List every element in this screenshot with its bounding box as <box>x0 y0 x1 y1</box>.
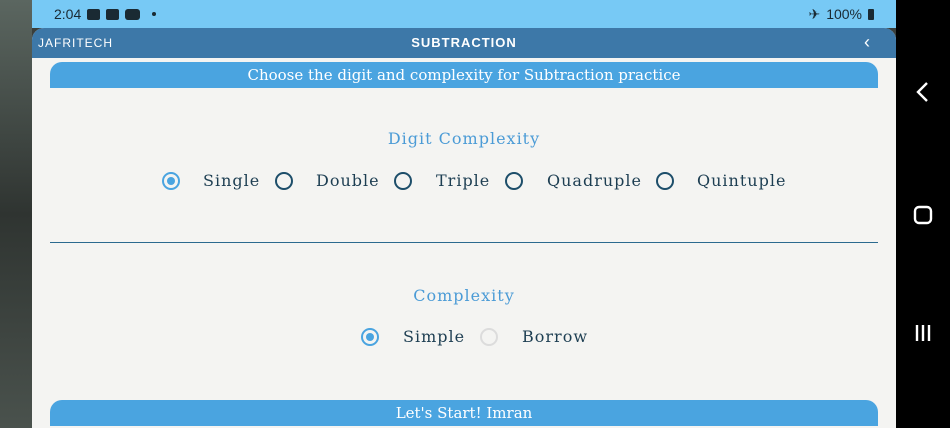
radio-label-quintuple[interactable]: Quintuple <box>697 171 786 190</box>
digit-complexity-title: Digit Complexity <box>387 129 541 148</box>
nav-home-button[interactable] <box>896 204 950 231</box>
airplane-icon: ✈ <box>808 5 821 22</box>
complexity-title: Complexity <box>413 286 515 305</box>
recents-icon <box>915 325 931 341</box>
start-button[interactable]: Let's Start! Imran <box>50 400 878 426</box>
radio-single[interactable] <box>162 172 180 190</box>
radio-simple[interactable] <box>361 328 379 346</box>
nav-back-button[interactable] <box>896 80 950 109</box>
radio-label-single[interactable]: Single <box>203 171 260 190</box>
nav-recents-button[interactable] <box>896 322 950 349</box>
battery-text: 100% <box>826 6 862 22</box>
section-divider <box>50 242 878 243</box>
youtube-icon <box>125 8 141 20</box>
app-bar: JAFRITECH SUBTRACTION ‹ <box>32 28 896 58</box>
status-time: 2:04 <box>54 6 82 22</box>
radio-label-borrow[interactable]: Borrow <box>522 327 588 346</box>
back-chevron-icon <box>916 82 928 102</box>
instruction-banner: Choose the digit and complexity for Subt… <box>50 62 878 88</box>
radio-triple[interactable] <box>394 172 412 190</box>
status-bar: 2:04 ✈ 100% <box>32 0 896 28</box>
radio-label-triple[interactable]: Triple <box>436 171 490 190</box>
system-navigation-bar <box>896 0 950 428</box>
radio-quadruple[interactable] <box>505 172 523 190</box>
radio-borrow[interactable] <box>480 328 498 346</box>
radio-label-quadruple[interactable]: Quadruple <box>547 171 642 190</box>
battery-icon <box>868 8 874 20</box>
radio-quintuple[interactable] <box>656 172 674 190</box>
radio-label-double[interactable]: Double <box>316 171 380 190</box>
radio-label-simple[interactable]: Simple <box>403 327 465 346</box>
image-icon <box>87 8 101 20</box>
complexity-radio-group: Simple Borrow <box>32 325 896 351</box>
app-window: JAFRITECH SUBTRACTION ‹ Choose the digit… <box>32 28 896 428</box>
back-arrow-icon[interactable]: ‹ <box>864 32 870 53</box>
background-left <box>0 0 32 428</box>
nfc-icon <box>106 8 120 20</box>
radio-double[interactable] <box>275 172 293 190</box>
page-title: SUBTRACTION <box>411 35 517 50</box>
dot-icon <box>152 12 157 16</box>
home-icon <box>913 205 933 225</box>
digit-radio-group: Single Double Triple Quadruple Quintuple <box>32 169 896 195</box>
